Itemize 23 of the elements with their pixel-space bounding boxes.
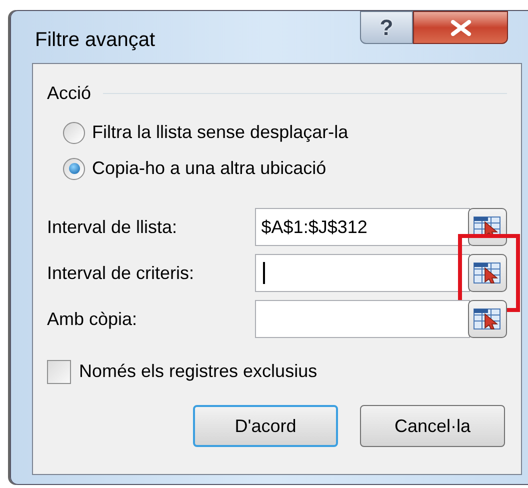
field-label: Amb còpia: xyxy=(47,308,138,331)
range-select-button[interactable] xyxy=(468,254,507,292)
checkbox-label: Només els registres exclusius xyxy=(79,360,318,383)
field-label: Interval de criteris: xyxy=(47,262,196,284)
close-icon xyxy=(448,20,472,36)
checkbox[interactable] xyxy=(47,360,71,384)
range-field[interactable] xyxy=(255,300,470,338)
range-field[interactable]: $A$1:$J$312 xyxy=(255,208,470,246)
radio-button[interactable] xyxy=(63,158,85,180)
grid-arrow-icon xyxy=(473,261,502,285)
window-title: Filtre avançat xyxy=(35,28,156,53)
help-button[interactable]: ? xyxy=(360,11,413,44)
radio-button[interactable] xyxy=(63,122,85,144)
cancel-button[interactable]: Cancel·la xyxy=(360,405,505,447)
option-label: Filtra la llista sense desplaçar-la xyxy=(92,121,348,144)
grid-arrow-icon xyxy=(473,307,502,331)
option-label: Copia-ho a una altra ubicació xyxy=(92,157,326,180)
range-select-button[interactable] xyxy=(468,300,507,338)
close-button[interactable] xyxy=(413,11,508,44)
range-field[interactable] xyxy=(255,254,470,292)
ok-button[interactable]: D'acord xyxy=(193,405,338,447)
group-label: Acció xyxy=(47,82,92,105)
field-label: Interval de llista: xyxy=(47,216,178,238)
